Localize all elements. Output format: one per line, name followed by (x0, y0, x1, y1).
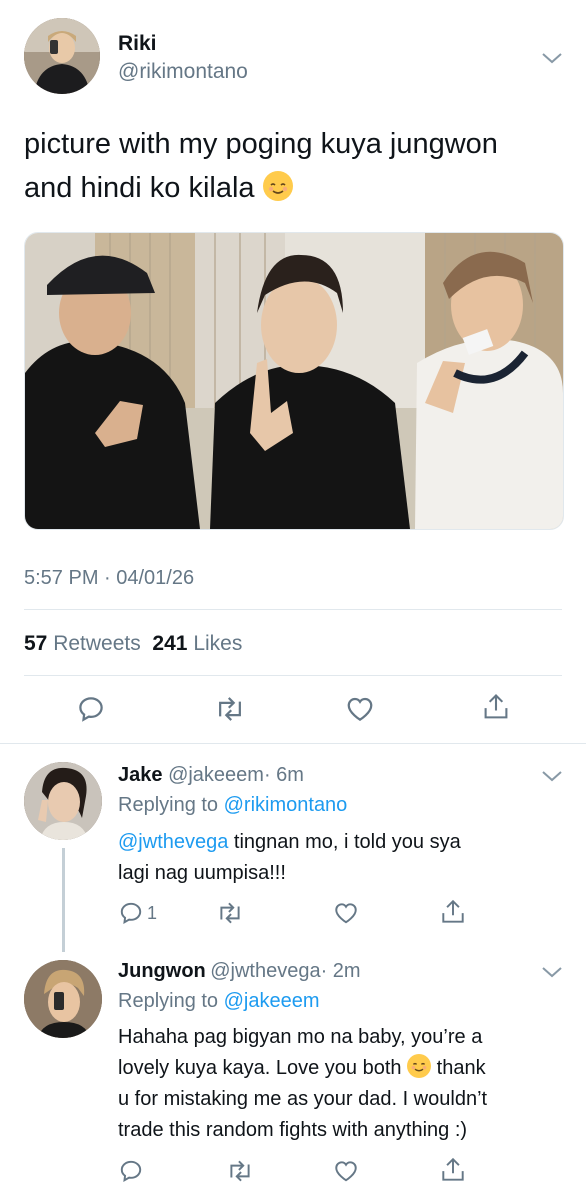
reply-author-handle[interactable]: @jakeeem (168, 764, 264, 786)
reply-count: 1 (147, 902, 158, 923)
share-icon[interactable] (440, 1156, 466, 1184)
reply-author-handle[interactable]: @jwthevega (210, 960, 320, 982)
reply-text-line: lagi nag uumpisa!!! (118, 862, 286, 884)
replying-to-link[interactable]: @rikimontano (224, 794, 348, 816)
mention-link[interactable]: @jwthevega (118, 831, 228, 853)
like-icon[interactable] (332, 900, 360, 926)
tweet-text-line: and hindi ko kilala (24, 166, 564, 210)
retweets-count: 57 (24, 632, 48, 655)
tweet-text-line: picture with my poging kuya jungwon (24, 128, 498, 160)
reply-time: · 6m (263, 764, 304, 786)
tweet-stats: 57 Retweets 241 Likes (24, 632, 242, 656)
relieved-face-emoji-icon (262, 171, 293, 201)
like-icon[interactable] (344, 694, 376, 724)
reply-icon[interactable] (76, 694, 106, 724)
reply-text-line: lovely kuya kaya. Love you both thank (118, 1053, 568, 1084)
reply-author-name[interactable]: Jungwon (118, 960, 206, 982)
reply-header-jungwon: Jungwon @jwthevega· 2m (118, 960, 361, 983)
reply-text-line: @jwthevega tingnan mo, i told you sya (118, 827, 558, 858)
chevron-down-icon[interactable] (540, 964, 564, 985)
tweet-photo[interactable] (24, 232, 564, 530)
reply-avatar-jungwon[interactable] (24, 960, 102, 1038)
tweet-text-line2: and hindi ko kilala (24, 172, 255, 204)
reply-icon[interactable]: 1 (118, 900, 157, 926)
reply-text-segment: thank (436, 1057, 486, 1079)
author-name[interactable]: Riki (118, 32, 157, 56)
thread-line (62, 848, 65, 952)
reply-text-segment: lovely kuya kaya. Love you both (118, 1057, 402, 1079)
retweet-icon[interactable] (214, 694, 246, 724)
replying-to: Replying to @rikimontano (118, 794, 347, 817)
reply-text-line: Hahaha pag bigyan mo na baby, you’re a (118, 1026, 483, 1048)
retweets-label: Retweets (53, 632, 141, 655)
chevron-down-icon[interactable] (540, 50, 564, 71)
replying-to-label: Replying to (118, 990, 219, 1012)
author-avatar[interactable] (24, 18, 100, 94)
relieved-face-emoji-icon (407, 1054, 432, 1078)
reply-avatar-jake[interactable] (24, 762, 102, 840)
reply-text-jake: @jwthevega tingnan mo, i told you sya la… (118, 827, 558, 889)
divider (24, 609, 562, 610)
author-handle[interactable]: @rikimontano (118, 60, 248, 84)
replying-to-label: Replying to (118, 794, 219, 816)
reply-icon[interactable] (118, 1158, 144, 1184)
likes-label: Likes (193, 632, 243, 655)
replying-to: Replying to @jakeeem (118, 990, 320, 1013)
tweet-timestamp[interactable]: 5:57 PM · 04/01/26 (24, 567, 194, 590)
reply-text-line: u for mistaking me as your dad. I wouldn… (118, 1088, 488, 1110)
like-icon[interactable] (332, 1158, 360, 1184)
retweet-icon[interactable] (216, 900, 244, 926)
divider (24, 675, 562, 676)
replying-to-link[interactable]: @jakeeem (224, 990, 320, 1012)
reply-time: · 2m (320, 960, 361, 982)
share-icon[interactable] (440, 898, 466, 926)
reply-text-jungwon: Hahaha pag bigyan mo na baby, you’re a l… (118, 1022, 568, 1146)
reply-author-name[interactable]: Jake (118, 764, 163, 786)
chevron-down-icon[interactable] (540, 768, 564, 789)
likes-count: 241 (152, 632, 188, 655)
reply-text-segment: tingnan mo, i told you sya (228, 831, 461, 853)
reply-header-jake: Jake @jakeeem· 6m (118, 764, 304, 787)
retweet-icon[interactable] (226, 1158, 254, 1184)
divider (0, 743, 586, 744)
tweet-text: picture with my poging kuya jungwon and … (24, 122, 564, 210)
likes-stat[interactable]: 241 Likes (152, 632, 242, 655)
reply-text-line: trade this random fights with anything :… (118, 1119, 468, 1141)
retweets-stat[interactable]: 57 Retweets (24, 632, 141, 655)
share-icon[interactable] (482, 692, 510, 722)
